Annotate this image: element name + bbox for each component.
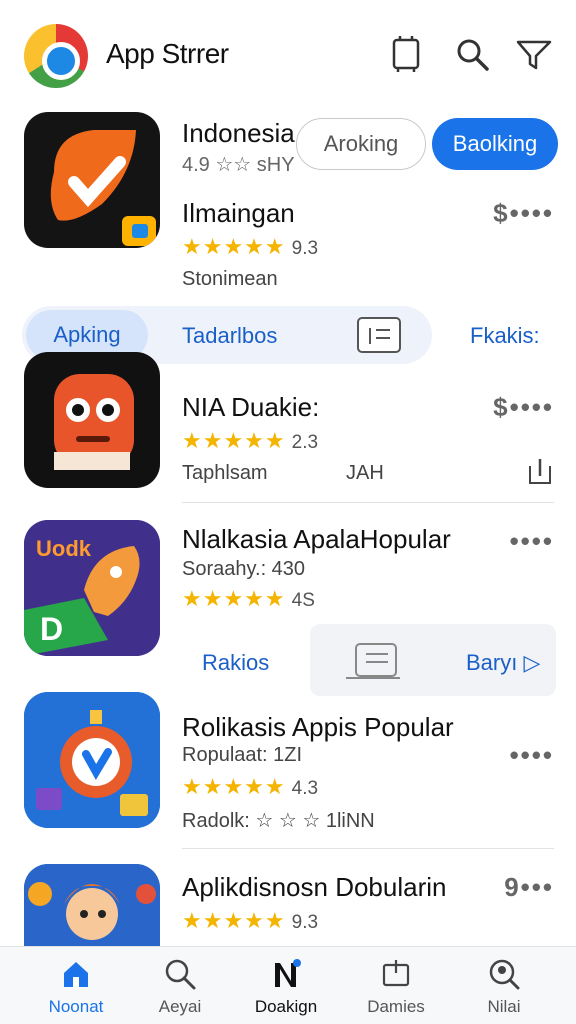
nav-label: Damies [367,997,425,1016]
svg-text:Uodk: Uodk [36,536,92,561]
app-icon [24,692,160,828]
secondary-button[interactable]: Aroking [296,118,426,170]
app-name: Aplikdisnosn Dobularin [182,872,447,902]
rating-value: 2.3 [291,432,319,453]
star-rating: ★★★★★ 9.3 [182,908,319,933]
app-size: JAH [346,462,384,484]
more-options-icon[interactable]: •••• [510,526,554,557]
action-link[interactable]: Rakios [202,650,269,676]
search-icon [165,959,196,990]
app-name: Rolikasis Appis Popular [182,712,454,742]
page-title: App Strrer [106,38,229,69]
nav-tv[interactable]: Damies [346,957,446,1021]
svg-text:D: D [40,611,63,647]
nav-search[interactable]: Aeyai [130,957,230,1021]
action-link[interactable]: Baryı ▷ [466,650,540,676]
divider [182,848,554,849]
bottom-navigation: Noonat Aeyai Doakign Damies Nilai [0,946,576,1024]
app-category: Radolk: ☆ ☆ ☆ 1liNN [182,810,375,832]
app-region: Indonesia [182,118,295,148]
document-icon[interactable] [344,640,404,682]
more-options-icon[interactable]: $•••• [493,392,554,423]
app-category: Stonimean [182,268,278,290]
more-options-icon[interactable]: 9••• [504,872,554,903]
app-meta: Soraahy.: 430 [182,558,306,580]
share-icon[interactable] [526,456,554,486]
app-header: App Strrer [0,0,576,100]
nav-label: Doakign [254,997,318,1016]
nav-label: Nilai [487,997,521,1016]
app-icon [24,864,160,946]
filter-icon[interactable] [514,34,554,74]
filter-chip[interactable]: Fkakis: [470,323,540,349]
app-category: Taphlsam [182,462,268,484]
more-options-icon[interactable]: •••• [510,740,554,771]
divider [182,502,554,503]
rating-value: 4S [291,590,315,611]
list-icon[interactable] [356,316,402,354]
app-icon [24,112,160,248]
app-name: Ilmaingan [182,198,295,228]
star-rating: ★★★★★ 9.3 [182,234,319,259]
rating-value: 9.3 [291,912,319,933]
rating-value: 9.3 [291,238,319,259]
nav-label: Aeyai [158,997,202,1016]
profile-search-icon [489,959,520,990]
home-icon [64,962,88,987]
nav-label: Noonat [48,997,104,1016]
tv-icon [382,960,410,987]
rating-value: 4.3 [291,778,319,799]
app-name: NIA Duakie: [182,392,320,422]
app-name: Nlalkasia ApalaHopular [182,524,451,554]
search-icon[interactable] [452,34,492,74]
news-icon [275,959,301,987]
nav-home[interactable]: Noonat [26,957,126,1021]
star-rating: ★★★★★ 4S [182,586,315,611]
star-rating: ★★★★★ 4.3 [182,774,319,799]
bookmark-icon[interactable] [386,34,426,74]
star-rating: ★★★★★ 2.3 [182,428,319,453]
app-meta: 4.9 ☆☆ sHY [182,154,295,176]
app-icon [24,352,160,488]
primary-button[interactable]: Baolking [432,118,558,170]
app-icon: Uodk D [24,520,160,656]
nav-news[interactable]: Doakign [236,957,336,1021]
app-logo [24,24,88,88]
more-options-icon[interactable]: $•••• [493,198,554,229]
app-meta: Ropulaat: 1ZI [182,744,303,766]
filter-chip[interactable]: Tadarlbos [182,323,277,349]
nav-profile[interactable]: Nilai [454,957,554,1021]
